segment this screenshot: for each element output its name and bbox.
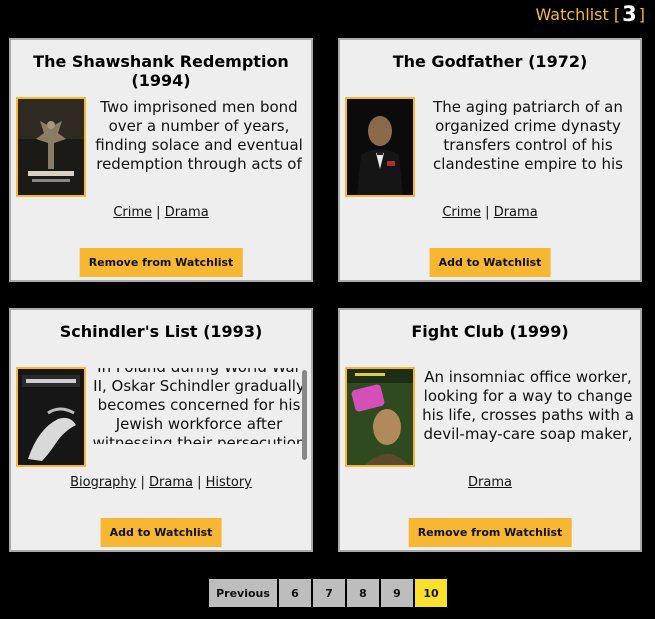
add-to-watchlist-button[interactable]: Add to Watchlist	[429, 248, 551, 277]
page-button-7[interactable]: 7	[312, 578, 346, 608]
genre-link[interactable]: Drama	[494, 205, 538, 220]
movie-card: The Godfather (1972) The aging patriarch…	[338, 38, 642, 282]
add-to-watchlist-button[interactable]: Add to Watchlist	[100, 518, 222, 547]
movie-title: Schindler's List (1993)	[59, 322, 263, 341]
genre-link[interactable]: Drama	[149, 475, 193, 490]
movie-description: In Poland during World War II, Oskar Sch…	[91, 368, 307, 444]
genre-links: Crime | Drama	[442, 205, 538, 220]
page-button-6[interactable]: 6	[278, 578, 312, 608]
genre-links: Crime | Drama	[113, 205, 209, 220]
description-scrollbar[interactable]	[302, 370, 307, 460]
movie-description: An insomniac office worker, looking for …	[422, 368, 634, 443]
movie-description: The aging patriarch of an organized crim…	[433, 98, 623, 173]
movie-poster	[16, 367, 86, 467]
page-button-10[interactable]: 10	[414, 578, 448, 608]
movie-description-text: In Poland during World War II, Oskar Sch…	[92, 368, 306, 444]
previous-page-button[interactable]: Previous	[208, 578, 278, 608]
movie-card: Schindler's List (1993) In Poland during…	[9, 308, 313, 552]
bracket-open: [	[613, 5, 621, 24]
genre-link[interactable]: Drama	[468, 475, 512, 490]
movie-poster	[345, 97, 415, 197]
remove-from-watchlist-button[interactable]: Remove from Watchlist	[79, 248, 243, 277]
watchlist-counter[interactable]: Watchlist [3]	[535, 2, 645, 27]
movie-title: The Godfather (1972)	[392, 52, 588, 71]
movie-card: The Shawshank Redemption (1994) Two impr…	[9, 38, 313, 282]
godfather-poster-icon	[347, 99, 413, 195]
movie-card: Fight Club (1999) An insomniac office wo…	[338, 308, 642, 552]
genre-link[interactable]: Biography	[70, 475, 136, 490]
genre-links: Drama	[340, 474, 640, 491]
watchlist-count: 3	[622, 2, 637, 26]
page-button-9[interactable]: 9	[380, 578, 414, 608]
movie-title: Fight Club (1999)	[411, 322, 569, 341]
remove-from-watchlist-button[interactable]: Remove from Watchlist	[408, 518, 572, 547]
genre-link[interactable]: Drama	[165, 205, 209, 220]
genre-links: Biography | Drama | History	[70, 475, 252, 490]
watchlist-label: Watchlist	[535, 5, 609, 24]
genre-link[interactable]: Crime	[113, 205, 152, 220]
page-button-8[interactable]: 8	[346, 578, 380, 608]
genre-link[interactable]: Crime	[442, 205, 481, 220]
movie-description: Two imprisoned men bond over a number of…	[95, 98, 303, 173]
shawshank-poster-icon	[18, 99, 84, 195]
movie-title: The Shawshank Redemption (1994)	[33, 52, 289, 90]
schindlers-list-poster-icon	[18, 369, 84, 465]
pagination: Previous 6 7 8 9 10	[208, 578, 448, 608]
movie-poster	[16, 97, 86, 197]
fight-club-poster-icon	[347, 369, 413, 465]
genre-link[interactable]: History	[206, 475, 252, 490]
bracket-close: ]	[638, 5, 645, 24]
movie-poster	[345, 367, 415, 467]
